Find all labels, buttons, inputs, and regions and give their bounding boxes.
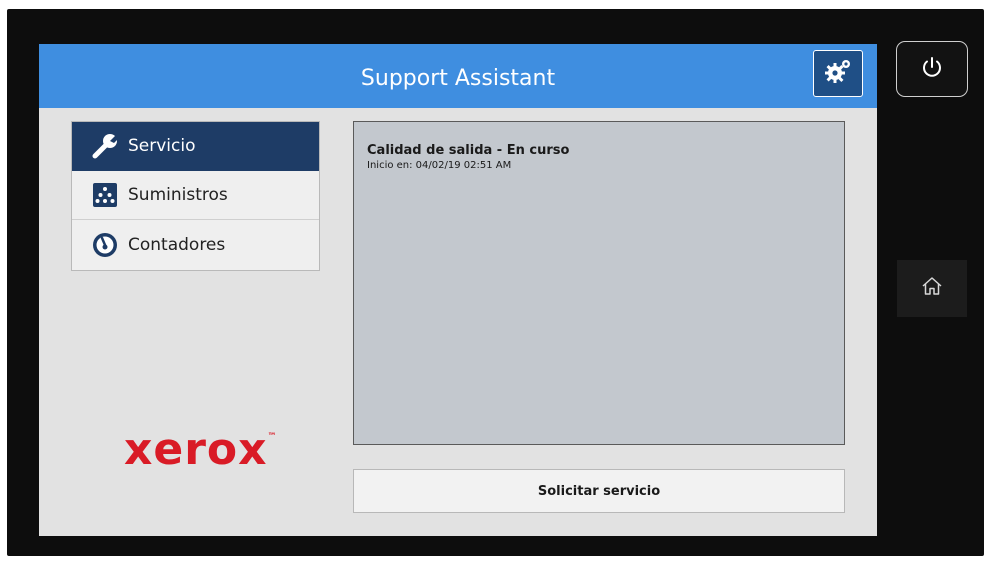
settings-button[interactable]	[813, 50, 863, 97]
menu-item-suministros[interactable]: Suministros	[72, 171, 319, 220]
touch-screen: Support Assistant Servicio Suministros C…	[39, 44, 877, 536]
menu-item-label: Contadores	[128, 234, 226, 255]
power-icon	[920, 55, 944, 84]
side-menu: Servicio Suministros Contadores	[71, 121, 320, 271]
wrench-icon	[90, 131, 120, 161]
menu-item-label: Suministros	[128, 185, 228, 205]
menu-item-contadores[interactable]: Contadores	[72, 220, 319, 269]
xerox-logo: xerox™	[124, 424, 278, 475]
title-bar: Support Assistant	[39, 44, 877, 108]
supplies-icon	[90, 180, 120, 210]
gears-icon	[823, 58, 853, 89]
status-panel: Calidad de salida - En curso Inicio en: …	[353, 121, 845, 445]
request-service-button[interactable]: Solicitar servicio	[353, 469, 845, 513]
home-button[interactable]	[897, 260, 967, 317]
home-icon	[921, 275, 943, 302]
menu-item-servicio[interactable]: Servicio	[72, 122, 319, 171]
status-start-time: Inicio en: 04/02/19 02:51 AM	[367, 160, 512, 171]
gauge-icon	[90, 230, 120, 260]
status-title: Calidad de salida - En curso	[367, 143, 570, 158]
menu-item-label: Servicio	[128, 136, 196, 156]
power-button[interactable]	[896, 41, 968, 97]
app-title: Support Assistant	[360, 66, 556, 91]
